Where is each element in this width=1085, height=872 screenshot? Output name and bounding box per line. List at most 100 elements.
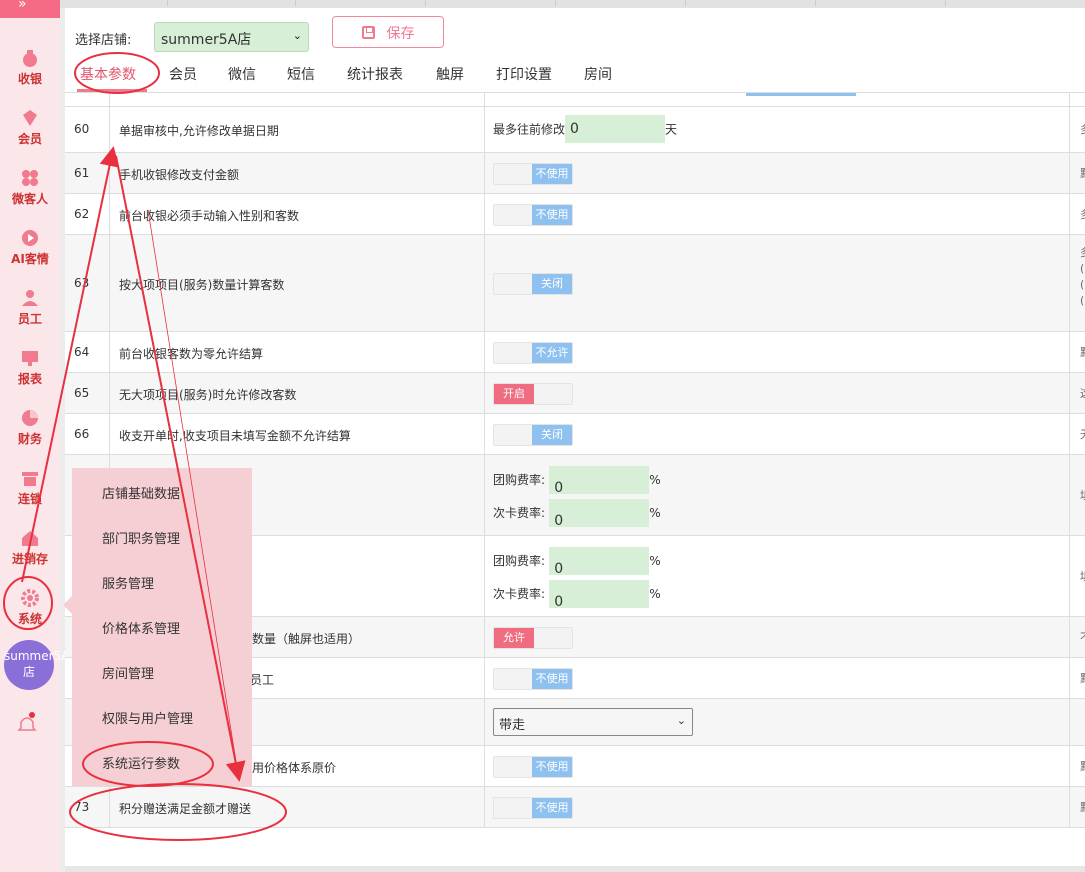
bell-icon[interactable]: [17, 712, 37, 736]
parameters-table: 60单据审核中,允许修改单据日期最多往前修改0天多61手机收银修改支付金额不使用…: [65, 92, 1085, 828]
toggle-label: 不使用: [532, 669, 572, 689]
row-number: 63: [74, 276, 90, 290]
sidebar-item-1[interactable]: 会员: [0, 100, 60, 158]
sidebar-item-2[interactable]: 微客人: [0, 160, 60, 218]
tab-5[interactable]: 触屏: [436, 64, 464, 84]
sidebar-item-4[interactable]: 员工: [0, 280, 60, 338]
rate1-label: 团购费率:: [493, 554, 546, 568]
tab-4[interactable]: 统计报表: [347, 64, 403, 84]
rate2-input[interactable]: 0: [549, 498, 650, 529]
toggle-label: 不使用: [532, 798, 572, 818]
toggle-switch[interactable]: 关闭: [493, 273, 573, 295]
house-icon: [22, 531, 38, 546]
tab-2[interactable]: 微信: [228, 64, 256, 84]
toggle-switch[interactable]: 关闭: [493, 424, 573, 446]
table-row: 63按大项项目(服务)数量计算客数关闭多 ( ( (: [65, 235, 1085, 332]
window-tab[interactable]: [295, 0, 296, 6]
rate1-unit: %: [649, 473, 661, 487]
toggle-label: 关闭: [532, 274, 572, 294]
top-tab-strip: [60, 0, 1085, 8]
monitor-icon: [22, 351, 38, 366]
save-button[interactable]: 保存: [332, 16, 444, 48]
toggle-switch[interactable]: 不使用: [493, 668, 573, 690]
table-row: 66收支开单时,收支项目未填写金额不允许结算关闭无: [65, 414, 1085, 455]
row-name: 前台收银客数为零允许结算: [119, 347, 264, 361]
save-icon: [361, 26, 375, 39]
sidebar-item-6[interactable]: 财务: [0, 400, 60, 458]
store-select[interactable]: summer5A店 ⌄: [154, 22, 309, 52]
table-row-partial: [65, 93, 1085, 107]
toggle-label: 不使用: [532, 205, 572, 225]
chevron-down-icon: ⌄: [292, 29, 302, 42]
toggle-label: 不允许: [532, 343, 572, 363]
row-name: 前台收银必须手动输入性别和客数: [119, 209, 300, 223]
takeaway-select[interactable]: 带走 ⌄: [493, 708, 693, 736]
row-number: 61: [74, 166, 90, 180]
toggle-switch[interactable]: 不使用: [493, 756, 573, 778]
toggle-switch[interactable]: 允许: [493, 627, 573, 649]
system-menu-item-4[interactable]: 房间管理: [102, 663, 154, 682]
sidebar-item-label: 会员: [17, 132, 42, 146]
tab-6[interactable]: 打印设置: [496, 64, 552, 84]
row-name: 按大项项目(服务)数量计算客数: [119, 278, 285, 292]
table-row: 62前台收银必须手动输入性别和客数不使用多: [65, 194, 1085, 235]
tab-3[interactable]: 短信: [287, 64, 315, 84]
toggle-label: 不使用: [532, 757, 572, 777]
system-menu-item-3[interactable]: 价格体系管理: [102, 618, 180, 637]
window-tab[interactable]: [685, 0, 686, 6]
window-tab[interactable]: [167, 0, 168, 6]
system-menu-item-1[interactable]: 部门职务管理: [102, 528, 180, 547]
window-tab[interactable]: [555, 0, 556, 6]
person-icon: [22, 290, 38, 306]
system-menu-item-0[interactable]: 店铺基础数据: [102, 483, 180, 502]
toggle-switch[interactable]: 开启: [493, 383, 573, 405]
row-name: 用价格体系原价: [252, 761, 337, 775]
right-panel-edge: [1078, 8, 1085, 866]
toggle-switch[interactable]: 不允许: [493, 342, 573, 364]
system-menu-item-5[interactable]: 权限与用户管理: [102, 708, 193, 727]
system-menu-item-6[interactable]: 系统运行参数: [102, 753, 180, 772]
sidebar-item-3[interactable]: AI客情: [0, 220, 60, 278]
toggle-switch[interactable]: 不使用: [493, 204, 573, 226]
toggle-switch[interactable]: 不使用: [493, 797, 573, 819]
money-bag-icon: [23, 50, 37, 67]
row-number: 62: [74, 207, 90, 221]
rate1-label: 团购费率:: [493, 473, 546, 487]
table-row: 64前台收银客数为零允许结算不允许默: [65, 332, 1085, 373]
tab-1[interactable]: 会员: [169, 64, 197, 84]
diamond-icon: [23, 110, 37, 126]
toggle-label: 允许: [494, 628, 534, 648]
double-chevron-icon: »: [18, 0, 27, 12]
sidebar: » 收银会员微客人 AI客情 员工 报表 财务 连锁 进销存系统 summer5A店: [0, 0, 69, 872]
window-tab[interactable]: [425, 0, 426, 6]
rate1-input[interactable]: 0: [549, 466, 650, 496]
rate2-input[interactable]: 0: [549, 579, 650, 610]
system-menu-item-2[interactable]: 服务管理: [102, 573, 154, 592]
pie-icon: [22, 410, 38, 426]
sidebar-item-label: 系统: [17, 612, 42, 626]
toggle-label: 关闭: [532, 425, 572, 445]
store-avatar[interactable]: summer5A店: [4, 640, 69, 690]
window-tab[interactable]: [945, 0, 946, 6]
sidebar-item-7[interactable]: 连锁: [0, 460, 60, 518]
table-row: 65无大项项目(服务)时允许修改客数开启这: [65, 373, 1085, 414]
rate2-unit: %: [649, 505, 661, 520]
tab-0[interactable]: 基本参数: [80, 64, 136, 84]
tab-7[interactable]: 房间: [584, 64, 612, 84]
rate1-input[interactable]: 0: [549, 547, 650, 577]
rate2-label: 次卡费率:: [493, 505, 546, 520]
sidebar-item-8[interactable]: 进销存: [0, 520, 60, 578]
toggle-label: 不使用: [532, 164, 572, 184]
days-input[interactable]: 0: [565, 115, 666, 143]
sidebar-item-5[interactable]: 报表: [0, 340, 60, 398]
collapse-toggle[interactable]: »: [0, 0, 60, 18]
row-name: 单据审核中,允许修改单据日期: [119, 124, 279, 138]
horizontal-scrollbar[interactable]: [65, 866, 1085, 872]
store-select-value: summer5A店: [161, 32, 252, 48]
sidebar-item-0[interactable]: 收银: [0, 40, 60, 98]
store-label: 选择店铺:: [75, 33, 132, 48]
table-row: 73积分赠送满足金额才赠送不使用默: [65, 787, 1085, 828]
window-tab[interactable]: [815, 0, 816, 6]
sidebar-item-9[interactable]: 系统: [0, 580, 60, 638]
toggle-switch[interactable]: 不使用: [493, 163, 573, 185]
